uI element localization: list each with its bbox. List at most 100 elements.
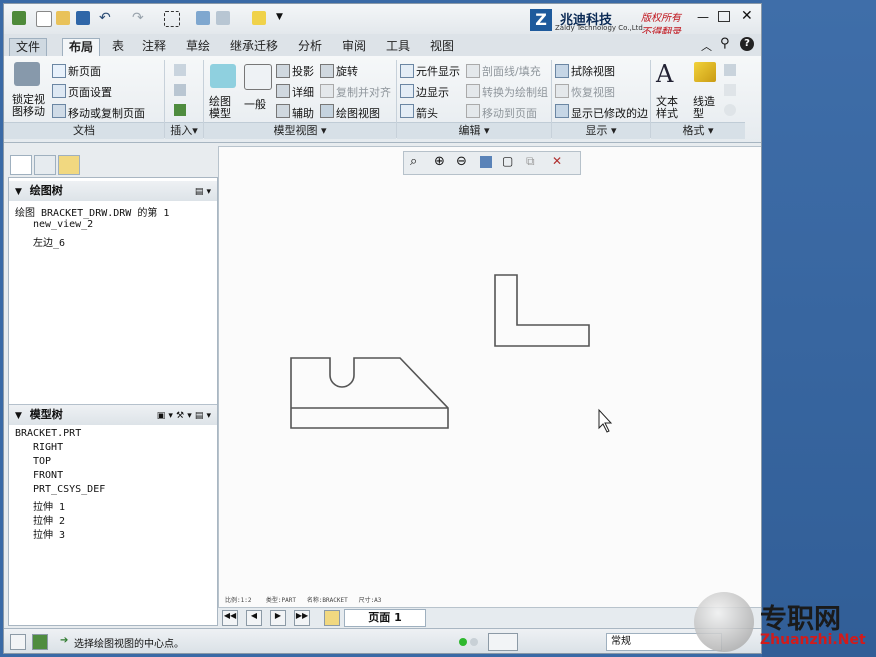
nav-tab-favorites[interactable] xyxy=(58,155,80,175)
group-edit-label[interactable]: 编辑 ▾ xyxy=(397,122,551,139)
left-view-outline[interactable] xyxy=(494,274,590,347)
collapse-ribbon-icon[interactable]: ︿ xyxy=(701,38,712,54)
edge-display-button[interactable]: 边显示 xyxy=(416,84,449,100)
model-tree-item[interactable]: TOP xyxy=(33,456,51,467)
group-document-label: 文档 xyxy=(4,122,164,139)
undo-icon[interactable]: ↶ xyxy=(99,10,111,26)
save-icon[interactable] xyxy=(76,11,90,25)
group-display-label[interactable]: 显示 ▾ xyxy=(552,122,650,139)
model-tree-item[interactable]: 拉伸 1 xyxy=(33,498,65,513)
move-to-page-button[interactable]: 移动到页面 xyxy=(482,105,537,121)
maximize-button[interactable] xyxy=(718,11,730,22)
minimize-button[interactable]: — xyxy=(697,10,709,24)
hatch-icon[interactable] xyxy=(724,84,736,96)
drawing-model-icon xyxy=(210,64,236,88)
copy-align-button[interactable]: 复制并对齐 xyxy=(336,84,391,100)
page-setup-icon xyxy=(52,84,66,98)
convert-drawing-icon xyxy=(466,84,480,98)
drawing-tree-header: ▼ 绘图树 ▤ ▾ xyxy=(9,181,217,201)
restore-view-button[interactable]: 恢复视图 xyxy=(571,84,615,100)
symbol-icon[interactable] xyxy=(724,104,736,116)
next-page-button[interactable]: ▶ xyxy=(270,610,286,626)
tab-layout[interactable]: 布局 xyxy=(62,38,101,57)
page-tab-1[interactable]: 页面 1 xyxy=(344,609,426,627)
lock-view-button[interactable]: 锁定视 图移动 xyxy=(12,94,45,118)
element-display-button[interactable]: 元件显示 xyxy=(416,63,460,79)
help-icon[interactable]: ? xyxy=(740,37,754,51)
add-page-icon[interactable] xyxy=(324,610,340,626)
drawing-tree-settings-icon[interactable]: ▤ ▾ xyxy=(195,182,211,202)
model-tree-settings-icon[interactable]: ▣ ▾ ⚒ ▾ ▤ ▾ xyxy=(157,406,211,426)
move-copy-page-button[interactable]: 移动或复制页面 xyxy=(68,105,145,121)
detail-button[interactable]: 详细 xyxy=(292,84,314,100)
drawing-view-button[interactable]: 绘图视图 xyxy=(336,105,380,121)
group-display-text: 显示 xyxy=(585,124,608,137)
drawing-canvas[interactable]: ⌕ ⊕ ⊖ ▢ ⧉ ✕ 比例:1:2 类型:PART 名称:BRACKET 尺寸… xyxy=(218,146,761,608)
auxiliary-button[interactable]: 辅助 xyxy=(292,105,314,121)
close-button[interactable]: ✕ xyxy=(741,8,753,24)
erase-view-button[interactable]: 拭除视图 xyxy=(571,63,615,79)
front-view-outline[interactable] xyxy=(290,357,449,429)
model-tree-root[interactable]: BRACKET.PRT xyxy=(15,428,81,439)
tab-analysis[interactable]: 分析 xyxy=(292,38,328,55)
insert-image-icon[interactable] xyxy=(174,104,186,116)
regen-status-icon xyxy=(470,638,478,646)
page-setup-button[interactable]: 页面设置 xyxy=(68,84,112,100)
windows-icon[interactable] xyxy=(216,11,230,25)
model-tree-item[interactable]: RIGHT xyxy=(33,442,63,453)
new-file-icon[interactable] xyxy=(36,11,52,27)
select-box-icon[interactable] xyxy=(164,11,180,27)
nav-tab-folder-browser[interactable] xyxy=(34,155,56,175)
toggle-navigator-icon[interactable] xyxy=(10,634,26,650)
close-window-icon[interactable] xyxy=(252,11,266,25)
text-style-button[interactable]: 文本 样式 xyxy=(656,96,678,120)
first-page-button[interactable]: ◀◀ xyxy=(222,610,238,626)
tab-review[interactable]: 审阅 xyxy=(336,38,372,55)
tab-legacy-migration[interactable]: 继承迁移 xyxy=(224,38,284,55)
insert-chart-icon[interactable] xyxy=(174,64,186,76)
general-view-button[interactable]: 一般 xyxy=(244,96,266,112)
arrow-button[interactable]: 箭头 xyxy=(416,105,438,121)
customize-dropdown-icon[interactable]: ▼ xyxy=(276,12,283,22)
drawing-tree-root[interactable]: 绘图 BRACKET_DRW.DRW 的第 1 xyxy=(15,204,169,219)
group-format-label[interactable]: 格式 ▾ xyxy=(651,122,745,139)
tab-view[interactable]: 视图 xyxy=(424,38,460,55)
prev-page-button[interactable]: ◀ xyxy=(246,610,262,626)
projection-button[interactable]: 投影 xyxy=(292,63,314,79)
model-tree-item[interactable]: 拉伸 2 xyxy=(33,512,65,527)
open-folder-icon[interactable] xyxy=(56,11,70,25)
model-tree-item[interactable]: 拉伸 3 xyxy=(33,526,65,541)
tab-sketch[interactable]: 草绘 xyxy=(180,38,216,55)
toggle-browser-icon[interactable] xyxy=(32,634,48,650)
move-copy-page-icon xyxy=(52,104,66,118)
line-style-button[interactable]: 线造 型 xyxy=(693,96,715,120)
group-model-views-label[interactable]: 模型视图 ▾ xyxy=(204,122,396,139)
insert-layers-icon[interactable] xyxy=(174,84,186,96)
tab-table[interactable]: 表 xyxy=(106,38,130,55)
tab-tools[interactable]: 工具 xyxy=(380,38,416,55)
tab-annotate[interactable]: 注释 xyxy=(136,38,172,55)
app-icon xyxy=(12,11,26,25)
show-modified-edges-button[interactable]: 显示已修改的边 xyxy=(571,105,648,121)
copy-align-icon xyxy=(320,84,334,98)
model-tree-item[interactable]: PRT_CSYS_DEF xyxy=(33,484,105,495)
search-icon[interactable]: ⚲ xyxy=(720,36,730,51)
tab-file[interactable]: 文件 xyxy=(9,38,48,56)
new-page-button[interactable]: 新页面 xyxy=(68,63,101,79)
model-tree-item[interactable]: FRONT xyxy=(33,470,63,481)
drawing-model-button[interactable]: 绘图 模型 xyxy=(209,96,231,120)
drawing-tree-item[interactable]: 左边_6 xyxy=(33,234,65,249)
convert-drawing-button[interactable]: 转换为绘制组 xyxy=(482,84,548,100)
last-page-button[interactable]: ▶▶ xyxy=(294,610,310,626)
regenerate-icon[interactable] xyxy=(196,11,210,25)
model-tree-header: ▼ 模型树 ▣ ▾ ⚒ ▾ ▤ ▾ xyxy=(9,404,217,425)
redo-icon[interactable]: ↷ xyxy=(132,10,144,26)
find-icon[interactable] xyxy=(488,633,518,651)
group-insert-label[interactable]: 插入▾ xyxy=(165,122,203,139)
revolve-icon xyxy=(320,64,334,78)
drawing-tree-item[interactable]: new_view_2 xyxy=(33,219,93,230)
format-options-icon[interactable] xyxy=(724,64,736,76)
section-fill-button[interactable]: 剖面线/填充 xyxy=(482,63,541,79)
revolve-button[interactable]: 旋转 xyxy=(336,63,358,79)
nav-tab-model-tree[interactable] xyxy=(10,155,32,175)
